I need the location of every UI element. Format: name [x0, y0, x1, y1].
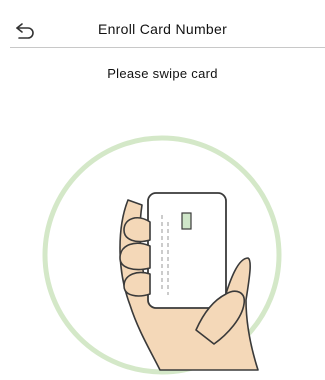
- enroll-card-screen: Enroll Card Number Please swipe card: [0, 0, 325, 380]
- card: [147, 192, 227, 309]
- finger: [119, 242, 151, 271]
- finger: [123, 271, 151, 297]
- finger: [123, 217, 151, 243]
- hand-holding-card-icon: [42, 135, 282, 375]
- card-chip: [181, 212, 192, 230]
